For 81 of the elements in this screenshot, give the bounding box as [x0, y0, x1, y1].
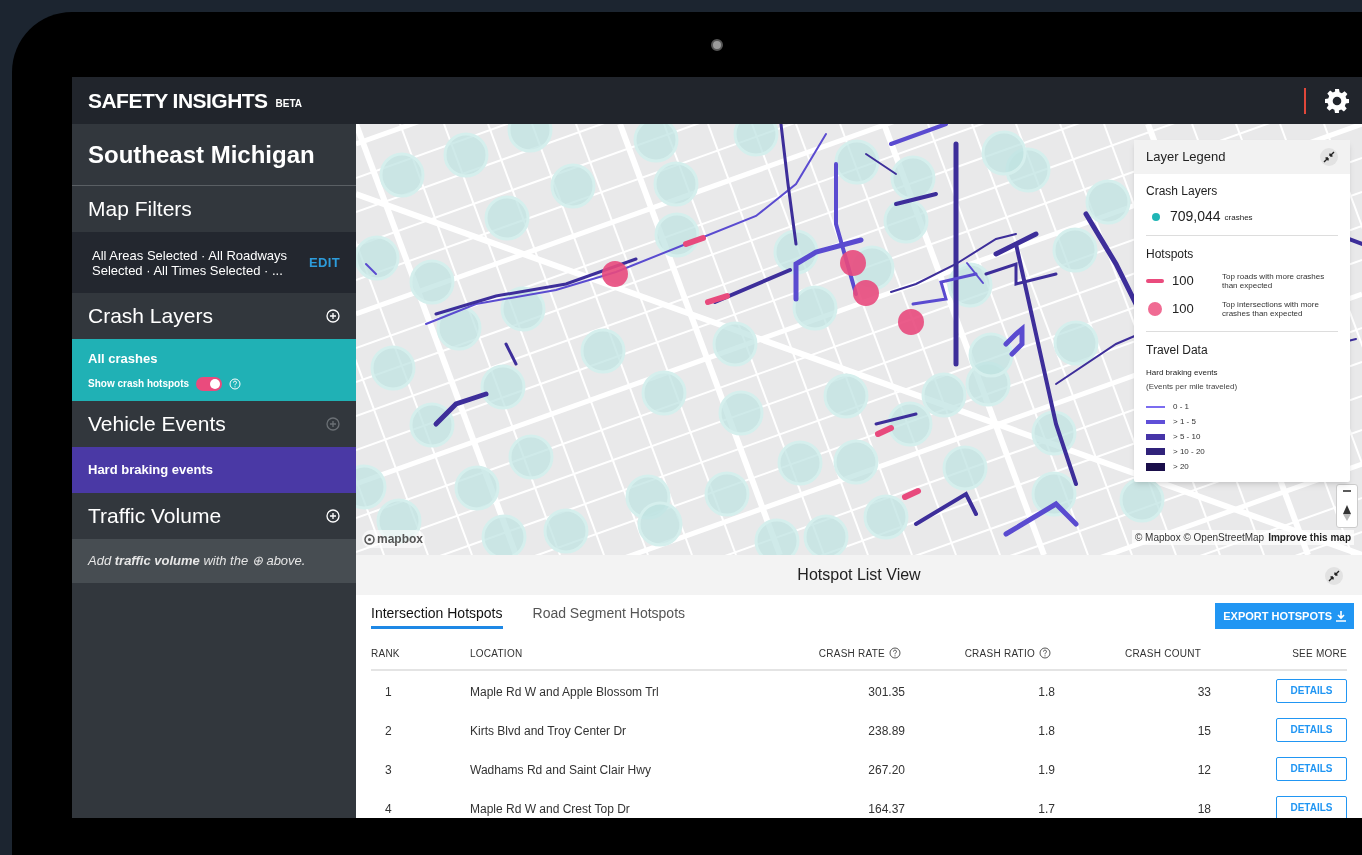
list-tab[interactable]: Road Segment Hotspots — [532, 603, 686, 629]
bin-label: > 1 - 5 — [1173, 415, 1196, 428]
legend-note: (Events per mile traveled) — [1146, 381, 1239, 393]
map-attribution: © Mapbox © OpenStreetMap — [1134, 531, 1265, 545]
layer-label: All crashes — [88, 349, 159, 368]
camera-icon — [711, 38, 723, 51]
column-header: CRASH RATE — [818, 646, 885, 661]
legend-section-title: Crash Layers — [1146, 183, 1219, 200]
hotspot-toggle[interactable] — [196, 376, 223, 391]
hotspot-count: 100 — [1172, 300, 1195, 319]
section-title: Map Filters — [88, 196, 192, 223]
region-title: Southeast Michigan — [88, 139, 315, 170]
legend-subtitle: Hard braking events — [1146, 367, 1219, 379]
layer-item[interactable]: All crashes Show crash hotspots — [72, 339, 356, 401]
download-icon — [1336, 610, 1346, 622]
traffic-volume-hint: Add traffic volume with the ⊕ above. — [88, 552, 306, 571]
table-cell: 1.8 — [1038, 723, 1055, 738]
bin-label: > 5 - 10 — [1173, 430, 1201, 443]
intersection-hotspot-icon — [1148, 302, 1162, 316]
layer-item[interactable]: Hard braking events — [72, 447, 356, 493]
table-cell: 164.37 — [868, 801, 905, 816]
collapse-icon — [1320, 148, 1338, 166]
mapbox-mark-icon — [364, 533, 375, 545]
table-cell: Wadhams Rd and Saint Clair Hwy — [470, 762, 651, 777]
collapse-icon — [1325, 567, 1343, 585]
edit-link[interactable]: EDIT — [309, 252, 340, 273]
panel-title: Hotspot List View — [797, 565, 921, 585]
hotspot-description: Top intersections with more crashes than expected — [1222, 300, 1320, 318]
list-tab[interactable]: Intersection Hotspots — [371, 603, 503, 629]
legend-section-title: Hotspots — [1146, 246, 1195, 263]
settings-icon[interactable] — [1324, 87, 1350, 114]
legend-section-title: Travel Data — [1146, 342, 1209, 359]
column-header: RANK — [371, 646, 400, 661]
table-cell: 1.7 — [1038, 801, 1055, 816]
filter-summary: All Areas Selected · All Roadways Selected · All Times Selected · ... — [92, 247, 289, 278]
crash-total: 709,044 — [1170, 207, 1221, 226]
table-cell: Kirts Blvd and Troy Center Dr — [470, 723, 627, 738]
table-cell: 2 — [385, 723, 392, 738]
table-cell: 15 — [1197, 723, 1211, 738]
table-cell: 238.89 — [868, 723, 905, 738]
table-cell: Maple Rd W and Crest Top Dr — [470, 801, 630, 816]
column-header: CRASH COUNT — [1124, 646, 1201, 661]
section-title: Crash Layers — [88, 303, 213, 330]
hotspot-description: Top roads with more crashes than expected — [1222, 272, 1326, 290]
table-cell: 1 — [385, 684, 392, 699]
column-header: LOCATION — [470, 646, 523, 661]
export-button[interactable]: EXPORT HOTSPOTS — [1215, 603, 1354, 629]
details-button[interactable]: DETAILS — [1276, 717, 1347, 742]
help-icon — [229, 377, 242, 390]
legend-title: Layer Legend — [1146, 148, 1226, 167]
table-cell: 267.20 — [868, 762, 905, 777]
section-title: Vehicle Events — [88, 411, 226, 438]
table-cell: 33 — [1197, 684, 1211, 699]
beta-label: BETA — [275, 96, 303, 111]
column-header: CRASH RATIO — [964, 646, 1035, 661]
road-hotspot-icon — [1146, 279, 1164, 283]
crash-unit: crashes — [1224, 212, 1253, 224]
section-title: Traffic Volume — [88, 503, 222, 530]
table-cell: 1.8 — [1038, 684, 1055, 699]
table-cell: 1.9 — [1038, 762, 1055, 777]
zoom-control[interactable] — [1336, 484, 1358, 528]
column-header: SEE MORE — [1292, 646, 1347, 661]
bin-label: > 10 - 20 — [1173, 445, 1205, 458]
table-cell: Maple Rd W and Apple Blossom Trl — [470, 684, 659, 699]
details-button[interactable]: DETAILS — [1276, 678, 1347, 703]
table-cell: 4 — [385, 801, 392, 816]
table-cell: 12 — [1197, 762, 1211, 777]
table-cell: 18 — [1197, 801, 1211, 816]
hotspot-count: 100 — [1172, 272, 1195, 291]
details-button[interactable]: DETAILS — [1276, 756, 1347, 781]
table-cell: 3 — [385, 762, 392, 777]
bin-label: > 20 — [1173, 460, 1189, 473]
app-title: SAFETY INSIGHTS — [88, 87, 268, 114]
toggle-label: Show crash hotspots — [88, 377, 190, 392]
table-cell: 301.35 — [868, 684, 905, 699]
layer-label: Hard braking events — [88, 461, 214, 480]
mapbox-logo[interactable]: mapbox — [362, 530, 425, 548]
bin-label: 0 - 1 — [1173, 400, 1189, 413]
improve-map-link[interactable]: Improve this map — [1268, 530, 1351, 545]
mapbox-wordmark: mapbox — [377, 531, 423, 548]
details-button[interactable]: DETAILS — [1276, 795, 1347, 818]
